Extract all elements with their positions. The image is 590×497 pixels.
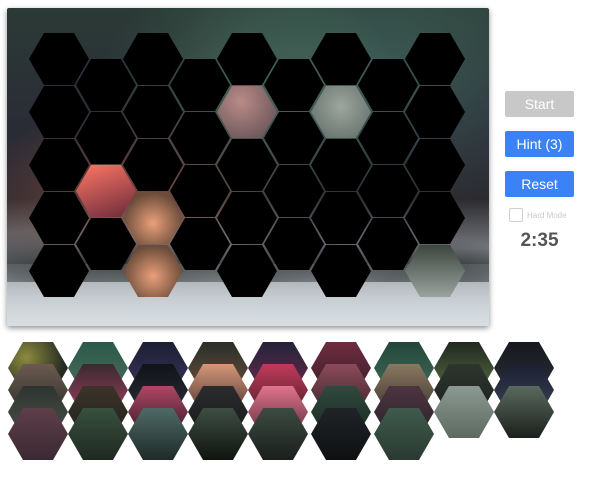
hex-slot[interactable] (405, 86, 465, 138)
hex-slot[interactable] (217, 139, 277, 191)
hex-slot[interactable] (170, 59, 230, 111)
hex-slot[interactable] (358, 112, 418, 164)
placed-piece[interactable] (123, 192, 183, 244)
hex-slot[interactable] (358, 59, 418, 111)
hex-slot[interactable] (311, 139, 371, 191)
hex-slot[interactable] (29, 245, 89, 297)
hex-slot[interactable] (29, 86, 89, 138)
hint-button[interactable]: Hint (3) (505, 131, 574, 157)
hex-slot[interactable] (264, 165, 324, 217)
piece-tray[interactable] (0, 334, 590, 474)
hex-slot[interactable] (264, 59, 324, 111)
hex-slot[interactable] (264, 112, 324, 164)
hex-slot[interactable] (76, 59, 136, 111)
hex-slot[interactable] (264, 218, 324, 270)
hex-slot[interactable] (358, 165, 418, 217)
hex-slot[interactable] (123, 33, 183, 85)
reset-button[interactable]: Reset (505, 171, 574, 197)
hex-slot[interactable] (311, 192, 371, 244)
hex-slot[interactable] (405, 192, 465, 244)
hex-slot-grid[interactable] (7, 8, 489, 326)
hex-slot[interactable] (123, 139, 183, 191)
hex-slot[interactable] (29, 139, 89, 191)
puzzle-board[interactable] (7, 8, 489, 326)
hard-mode-checkbox[interactable] (509, 208, 523, 222)
hex-slot[interactable] (405, 33, 465, 85)
hex-slot[interactable] (170, 112, 230, 164)
hex-slot[interactable] (29, 192, 89, 244)
hex-slot[interactable] (217, 192, 277, 244)
hex-slot[interactable] (170, 218, 230, 270)
placed-piece[interactable] (217, 86, 277, 138)
placed-piece[interactable] (311, 86, 371, 138)
hex-slot[interactable] (311, 33, 371, 85)
hard-mode-toggle[interactable]: Hard Mode (509, 208, 567, 222)
placed-piece[interactable] (405, 245, 465, 297)
hex-slot[interactable] (76, 112, 136, 164)
timer: 2:35 (520, 230, 559, 251)
hex-slot[interactable] (29, 33, 89, 85)
hex-slot[interactable] (217, 33, 277, 85)
hard-mode-label: Hard Mode (527, 210, 567, 220)
placed-piece[interactable] (76, 165, 136, 217)
placed-piece[interactable] (123, 245, 183, 297)
hex-slot[interactable] (358, 218, 418, 270)
hex-slot[interactable] (170, 165, 230, 217)
hex-slot[interactable] (217, 245, 277, 297)
hex-slot[interactable] (76, 218, 136, 270)
hex-slot[interactable] (311, 245, 371, 297)
hex-slot[interactable] (405, 139, 465, 191)
start-button[interactable]: Start (505, 91, 574, 117)
hex-slot[interactable] (123, 86, 183, 138)
